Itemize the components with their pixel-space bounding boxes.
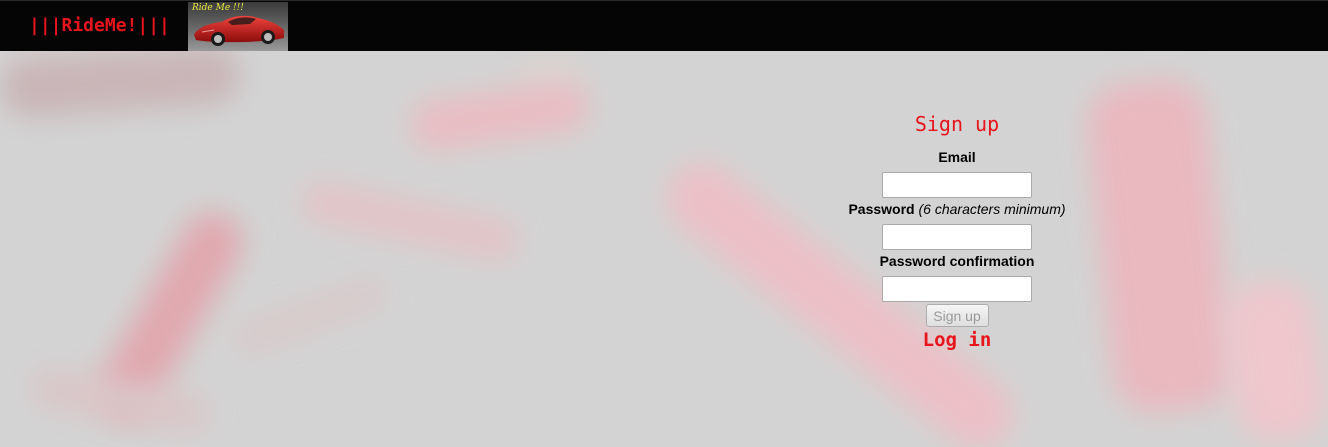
login-link[interactable]: Log in — [923, 329, 992, 351]
password-label: Password (6 characters minimum) — [807, 200, 1107, 218]
signup-button[interactable]: Sign up — [925, 304, 989, 327]
top-navbar: |||RideMe!||| Ride Me !!! — [0, 0, 1328, 51]
brand-link[interactable]: |||RideMe!||| — [29, 15, 170, 36]
background-image — [0, 51, 1328, 447]
password-hint: (6 characters minimum) — [918, 201, 1066, 217]
password-label-text: Password — [848, 201, 915, 217]
password-confirmation-label-text: Password confirmation — [879, 253, 1035, 269]
signup-title: Sign up — [914, 112, 1000, 136]
password-confirmation-label: Password confirmation — [807, 252, 1107, 270]
signup-form: Sign up Email Password (6 characters min… — [807, 110, 1107, 351]
password-field[interactable] — [882, 224, 1032, 250]
password-confirmation-field[interactable] — [882, 276, 1032, 302]
logo-image: Ride Me !!! — [188, 2, 288, 51]
email-label-text: Email — [938, 149, 976, 165]
logo-caption: Ride Me !!! — [192, 3, 244, 13]
email-field[interactable] — [882, 172, 1032, 198]
email-label: Email — [807, 148, 1107, 166]
